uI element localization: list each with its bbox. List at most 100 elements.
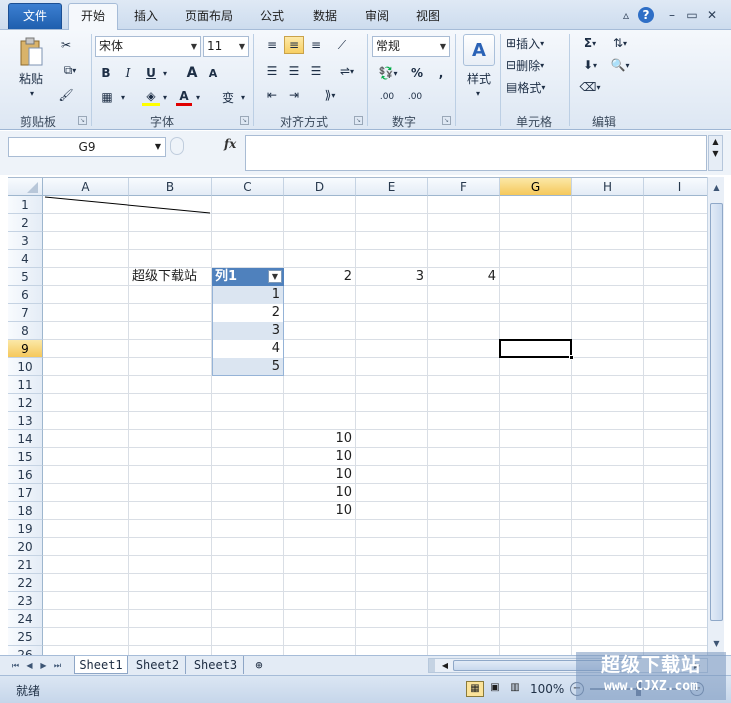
wrap-text-icon[interactable]: ⇌ ▾ — [332, 62, 362, 80]
align-middle-icon[interactable]: ≡ — [284, 36, 304, 54]
column-header-g[interactable]: G — [500, 178, 572, 196]
cell-d14[interactable]: 10 — [284, 430, 356, 448]
window-restore-icon[interactable]: ▭ — [684, 7, 700, 23]
column-header-f[interactable]: F — [428, 178, 500, 196]
worksheet-grid[interactable]: ABCDEFGHI 1 2 3 4 5 6 7 8 9 10 11 12 13 14 15 16 17 18 19 2… — [8, 177, 707, 655]
active-cell-g9[interactable] — [499, 339, 574, 360]
tab-home[interactable]: 开始 — [68, 3, 118, 31]
minimize-ribbon-icon[interactable]: ▵ — [618, 7, 634, 23]
tab-data[interactable]: 数据 — [305, 4, 345, 30]
phonetic-dropdown-icon[interactable]: ▾ — [238, 88, 248, 106]
tab-page-layout[interactable]: 页面布局 — [178, 4, 240, 30]
last-sheet-icon[interactable]: ⏭ — [52, 659, 63, 672]
cell-c9[interactable]: 4 — [212, 340, 284, 358]
cell-e5[interactable]: 3 — [356, 268, 428, 286]
row-header-13[interactable]: 13 — [8, 412, 43, 430]
column-header-d[interactable]: D — [284, 178, 356, 196]
column-header-e[interactable]: E — [356, 178, 428, 196]
paste-label[interactable]: 粘贴 — [12, 70, 50, 86]
cell-c10[interactable]: 5 — [212, 358, 284, 376]
decrease-decimal-button[interactable]: .00 — [402, 88, 428, 106]
comma-button[interactable]: , — [434, 64, 448, 82]
borders-dropdown-icon[interactable]: ▾ — [118, 88, 128, 106]
row-header-17[interactable]: 17 — [8, 484, 43, 502]
align-left-icon[interactable]: ☰ — [262, 62, 282, 80]
paste-button[interactable] — [14, 34, 48, 70]
fill-color-icon[interactable]: ◈ — [142, 88, 160, 106]
row-header-9[interactable]: 9 — [8, 340, 43, 358]
tab-insert[interactable]: 插入 — [126, 4, 166, 30]
row-header-24[interactable]: 24 — [8, 610, 43, 628]
scroll-left-icon[interactable]: ◀ — [439, 660, 451, 671]
name-box[interactable]: G9 ▼ — [8, 137, 166, 157]
shrink-font-button[interactable]: A — [206, 64, 220, 82]
select-all-corner[interactable] — [8, 178, 43, 196]
row-header-11[interactable]: 11 — [8, 376, 43, 394]
cell-f5[interactable]: 4 — [428, 268, 500, 286]
orientation-icon[interactable]: ⟋ — [332, 36, 352, 54]
fill-color-dropdown-icon[interactable]: ▾ — [160, 88, 170, 106]
autosum-button[interactable]: Σ ▾ — [576, 34, 604, 52]
phonetic-button[interactable]: 变 — [218, 88, 238, 106]
sort-filter-icon[interactable]: ⇅ ▾ — [606, 34, 634, 52]
sheet-tab-sheet3[interactable]: Sheet3 — [188, 656, 244, 674]
number-format-combo[interactable]: 常规 ▼ — [372, 36, 450, 57]
column-header-b[interactable]: B — [129, 178, 212, 196]
styles-button[interactable]: 样式 — [460, 70, 498, 86]
cell-c5[interactable]: 列1 ▼ — [212, 268, 284, 286]
row-header-12[interactable]: 12 — [8, 394, 43, 412]
cell-d15[interactable]: 10 — [284, 448, 356, 466]
page-layout-view-icon[interactable]: ▣ — [486, 681, 504, 697]
delete-cells-button[interactable]: ⊟ 删除 ▾ — [506, 56, 564, 74]
styles-icon[interactable]: A — [463, 34, 495, 66]
clear-icon[interactable]: ⌫ ▾ — [576, 78, 604, 96]
clipboard-launcher-icon[interactable]: ↘ — [78, 116, 87, 125]
format-cells-button[interactable]: ▤ 格式 ▾ — [506, 78, 564, 96]
row-header-4[interactable]: 4 — [8, 250, 43, 268]
column-header-c[interactable]: C — [212, 178, 284, 196]
row-header-5[interactable]: 5 — [8, 268, 43, 286]
row-header-1[interactable]: 1 — [8, 196, 43, 214]
row-header-16[interactable]: 16 — [8, 466, 43, 484]
alignment-launcher-icon[interactable]: ↘ — [354, 116, 363, 125]
next-sheet-icon[interactable]: ▶ — [38, 659, 49, 672]
row-header-3[interactable]: 3 — [8, 232, 43, 250]
cell-d16[interactable]: 10 — [284, 466, 356, 484]
row-header-10[interactable]: 10 — [8, 358, 43, 376]
align-top-icon[interactable]: ≡ — [262, 36, 282, 54]
font-launcher-icon[interactable]: ↘ — [240, 116, 249, 125]
insert-sheet-icon[interactable]: ⊕ — [248, 656, 270, 674]
window-minimize-icon[interactable]: – — [664, 7, 680, 23]
normal-view-icon[interactable]: ▦ — [466, 681, 484, 697]
sheet-tab-sheet1[interactable]: Sheet1 — [74, 656, 128, 674]
font-color-dropdown-icon[interactable]: ▾ — [193, 88, 203, 106]
font-size-combo[interactable]: 11 ▼ — [203, 36, 249, 57]
row-header-23[interactable]: 23 — [8, 592, 43, 610]
copy-icon[interactable]: ⧉ ▾ — [56, 61, 84, 79]
row-header-6[interactable]: 6 — [8, 286, 43, 304]
page-break-view-icon[interactable]: ▥ — [506, 681, 524, 697]
vertical-scroll-thumb[interactable] — [710, 203, 723, 621]
fill-handle[interactable] — [569, 355, 574, 360]
cell-d17[interactable]: 10 — [284, 484, 356, 502]
styles-dropdown-icon[interactable]: ▾ — [472, 88, 484, 98]
first-sheet-icon[interactable]: ⏮ — [10, 659, 21, 672]
filter-dropdown-icon[interactable]: ▼ — [268, 270, 282, 283]
cell-c8[interactable]: 3 — [212, 322, 284, 340]
row-header-7[interactable]: 7 — [8, 304, 43, 322]
scroll-down-icon[interactable]: ▼ — [710, 637, 723, 651]
borders-icon[interactable]: ▦ — [98, 88, 116, 106]
row-header-21[interactable]: 21 — [8, 556, 43, 574]
cell-c6[interactable]: 1 — [212, 286, 284, 304]
row-header-2[interactable]: 2 — [8, 214, 43, 232]
row-header-18[interactable]: 18 — [8, 502, 43, 520]
tab-view[interactable]: 视图 — [408, 4, 448, 30]
vertical-scrollbar[interactable]: ▲ ▼ — [707, 177, 724, 655]
row-header-14[interactable]: 14 — [8, 430, 43, 448]
merge-center-icon[interactable]: ⟫ ▾ — [316, 86, 344, 104]
prev-sheet-icon[interactable]: ◀ — [24, 659, 35, 672]
align-center-icon[interactable]: ☰ — [284, 62, 304, 80]
grow-font-button[interactable]: A — [184, 64, 200, 82]
font-name-combo[interactable]: 宋体 ▼ — [95, 36, 201, 57]
tab-file[interactable]: 文件 — [8, 3, 62, 29]
